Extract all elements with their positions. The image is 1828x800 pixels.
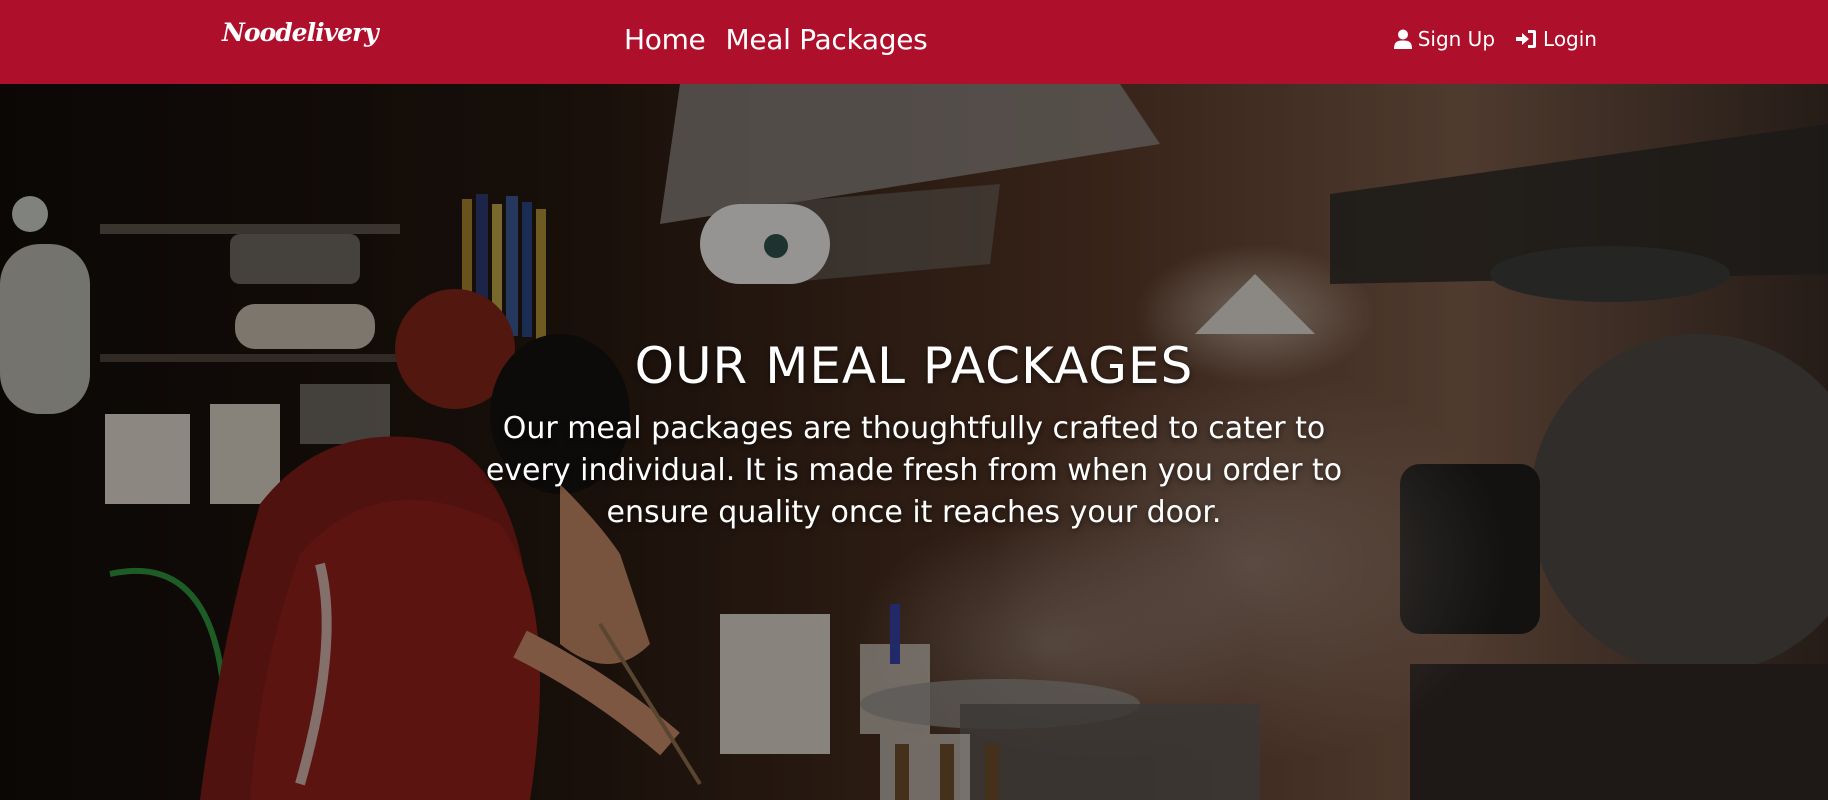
hero-title: OUR MEAL PACKAGES bbox=[634, 337, 1194, 395]
user-icon bbox=[1393, 29, 1412, 49]
nav-link-meal-packages[interactable]: Meal Packages bbox=[726, 20, 928, 60]
sign-in-icon bbox=[1515, 29, 1537, 49]
hero-section: OUR MEAL PACKAGES Our meal packages are … bbox=[0, 84, 1828, 800]
nav-link-home[interactable]: Home bbox=[624, 20, 706, 60]
signup-link[interactable]: Sign Up bbox=[1393, 25, 1496, 53]
brand-logo[interactable]: Noodelivery bbox=[222, 18, 379, 47]
auth-nav: Sign Up Login bbox=[1393, 25, 1597, 53]
hero-content: OUR MEAL PACKAGES Our meal packages are … bbox=[414, 334, 1414, 534]
signup-label: Sign Up bbox=[1417, 27, 1496, 51]
hero-subtitle: Our meal packages are thoughtfully craft… bbox=[485, 411, 1343, 530]
login-label: Login bbox=[1543, 27, 1597, 51]
main-nav: Home Meal Packages bbox=[624, 20, 928, 60]
navbar: Noodelivery Home Meal Packages Sign Up L… bbox=[0, 0, 1828, 84]
login-link[interactable]: Login bbox=[1515, 25, 1597, 53]
